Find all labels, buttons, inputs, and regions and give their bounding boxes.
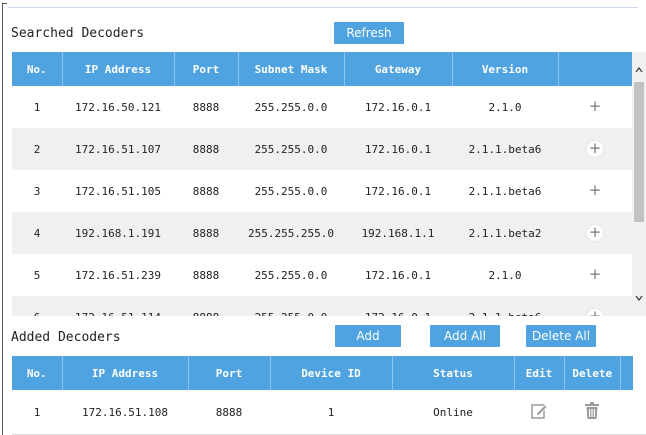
cell-gateway: 172.16.0.1 <box>364 142 432 156</box>
top-divider <box>8 7 638 8</box>
add-button[interactable]: Add <box>335 325 401 347</box>
cell-ip-address: 172.16.51.107 <box>74 142 162 156</box>
cell-gateway: 172.16.0.1 <box>344 296 452 317</box>
cell-no: 1 <box>33 405 41 419</box>
window-left-border <box>2 3 3 435</box>
col-header-ip-address[interactable]: IP Address <box>62 356 189 390</box>
cell-subnet-mask: 255.255.0.0 <box>238 296 344 317</box>
cell-port: 8888 <box>192 100 220 114</box>
cell-subnet-mask: 255.255.255.0 <box>247 226 335 240</box>
table-row[interactable]: 4 192.168.1.191 8888 255.255.255.0 192.1… <box>12 212 632 254</box>
cell-device-id: 1 <box>327 405 335 419</box>
cell-ip-address: 172.16.51.105 <box>74 184 162 198</box>
cell-version: 2.1.1.beta6 <box>452 296 558 317</box>
cell-ip-address: 172.16.51.239 <box>74 268 162 282</box>
cell-ip-address: 192.168.1.191 <box>74 226 162 240</box>
cell-gateway: 192.168.1.1 <box>361 226 435 240</box>
col-header-gateway[interactable]: Gateway <box>344 52 453 86</box>
col-header-no[interactable]: No. <box>12 356 63 390</box>
added-header-row: No. IP Address Port Device ID Status Edi… <box>12 356 620 390</box>
chevron-down-icon[interactable] <box>635 294 643 302</box>
delete-all-button[interactable]: Delete All <box>526 325 596 347</box>
searched-decoders-grid: No. IP Address Port Subnet Mask Gateway … <box>12 52 632 316</box>
cell-port: 8888 <box>192 226 220 240</box>
added-header-overflow <box>620 356 633 390</box>
searched-grid-scrollbar[interactable] <box>632 52 646 316</box>
cell-status: Online <box>433 405 473 419</box>
cell-no: 3 <box>33 184 41 198</box>
col-header-status[interactable]: Status <box>392 356 515 390</box>
edit-icon[interactable] <box>530 402 548 420</box>
cell-no: 5 <box>33 268 41 282</box>
col-header-no[interactable]: No. <box>12 52 63 86</box>
added-decoders-title: Added Decoders <box>11 330 121 345</box>
cell-gateway: 172.16.0.1 <box>364 184 432 198</box>
cell-no: 1 <box>33 100 41 114</box>
table-row[interactable]: 3 172.16.51.105 8888 255.255.0.0 172.16.… <box>12 170 632 212</box>
plus-icon[interactable]: + <box>587 267 603 283</box>
cell-version: 2.1.1.beta6 <box>468 184 542 198</box>
cell-version: 2.1.0 <box>488 268 522 282</box>
table-row[interactable]: 6 172.16.51.114 8888 255.255.0.0 172.16.… <box>12 296 632 316</box>
table-row[interactable]: 1 172.16.50.121 8888 255.255.0.0 172.16.… <box>12 86 632 128</box>
cell-no: 4 <box>33 226 41 240</box>
plus-icon[interactable]: + <box>587 141 603 157</box>
cell-version: 2.1.1.beta6 <box>468 142 542 156</box>
col-header-subnet-mask[interactable]: Subnet Mask <box>238 52 345 86</box>
col-header-ip-address[interactable]: IP Address <box>62 52 175 86</box>
cell-port: 8888 <box>192 184 220 198</box>
cell-gateway: 172.16.0.1 <box>364 268 432 282</box>
col-header-port[interactable]: Port <box>188 356 271 390</box>
cell-no: 2 <box>33 142 41 156</box>
add-all-button[interactable]: Add All <box>430 325 500 347</box>
col-header-port[interactable]: Port <box>174 52 239 86</box>
cell-no: 6 <box>12 296 62 317</box>
cell-port: 8888 <box>192 268 220 282</box>
cell-ip-address: 172.16.50.121 <box>74 100 162 114</box>
cell-subnet-mask: 255.255.0.0 <box>254 100 328 114</box>
refresh-button[interactable]: Refresh <box>334 22 404 44</box>
col-header-device-id[interactable]: Device ID <box>270 356 393 390</box>
col-header-action <box>558 52 632 86</box>
cell-ip-address: 172.16.51.114 <box>62 296 174 317</box>
cell-subnet-mask: 255.255.0.0 <box>254 268 328 282</box>
trash-icon[interactable] <box>584 401 600 420</box>
plus-icon[interactable]: + <box>587 309 603 316</box>
searched-decoders-title: Searched Decoders <box>11 26 145 41</box>
col-header-delete: Delete <box>564 356 620 390</box>
cell-gateway: 172.16.0.1 <box>364 100 432 114</box>
col-header-version[interactable]: Version <box>452 52 559 86</box>
cell-version: 2.1.1.beta2 <box>468 226 542 240</box>
plus-icon[interactable]: + <box>587 225 603 241</box>
searched-header-row: No. IP Address Port Subnet Mask Gateway … <box>12 52 632 86</box>
plus-icon[interactable]: + <box>587 99 603 115</box>
cell-subnet-mask: 255.255.0.0 <box>254 184 328 198</box>
cell-port: 8888 <box>174 296 238 317</box>
window-corner-mark <box>2 3 7 4</box>
col-header-edit: Edit <box>514 356 565 390</box>
added-decoders-table: No. IP Address Port Device ID Status Edi… <box>12 356 620 434</box>
cell-port: 8888 <box>215 405 243 419</box>
cell-subnet-mask: 255.255.0.0 <box>254 142 328 156</box>
chevron-up-icon[interactable] <box>635 66 643 74</box>
table-row[interactable]: 1 172.16.51.108 8888 1 Online <box>12 390 620 434</box>
table-row[interactable]: 5 172.16.51.239 8888 255.255.0.0 172.16.… <box>12 254 632 296</box>
searched-decoders-table: No. IP Address Port Subnet Mask Gateway … <box>12 52 632 316</box>
table-row[interactable]: 2 172.16.51.107 8888 255.255.0.0 172.16.… <box>12 128 632 170</box>
cell-ip-address: 172.16.51.108 <box>81 405 169 419</box>
scrollbar-thumb[interactable] <box>634 82 644 222</box>
cell-port: 8888 <box>192 142 220 156</box>
added-decoders-grid: No. IP Address Port Device ID Status Edi… <box>12 356 620 434</box>
plus-icon[interactable]: + <box>587 183 603 199</box>
cell-version: 2.1.0 <box>488 100 522 114</box>
